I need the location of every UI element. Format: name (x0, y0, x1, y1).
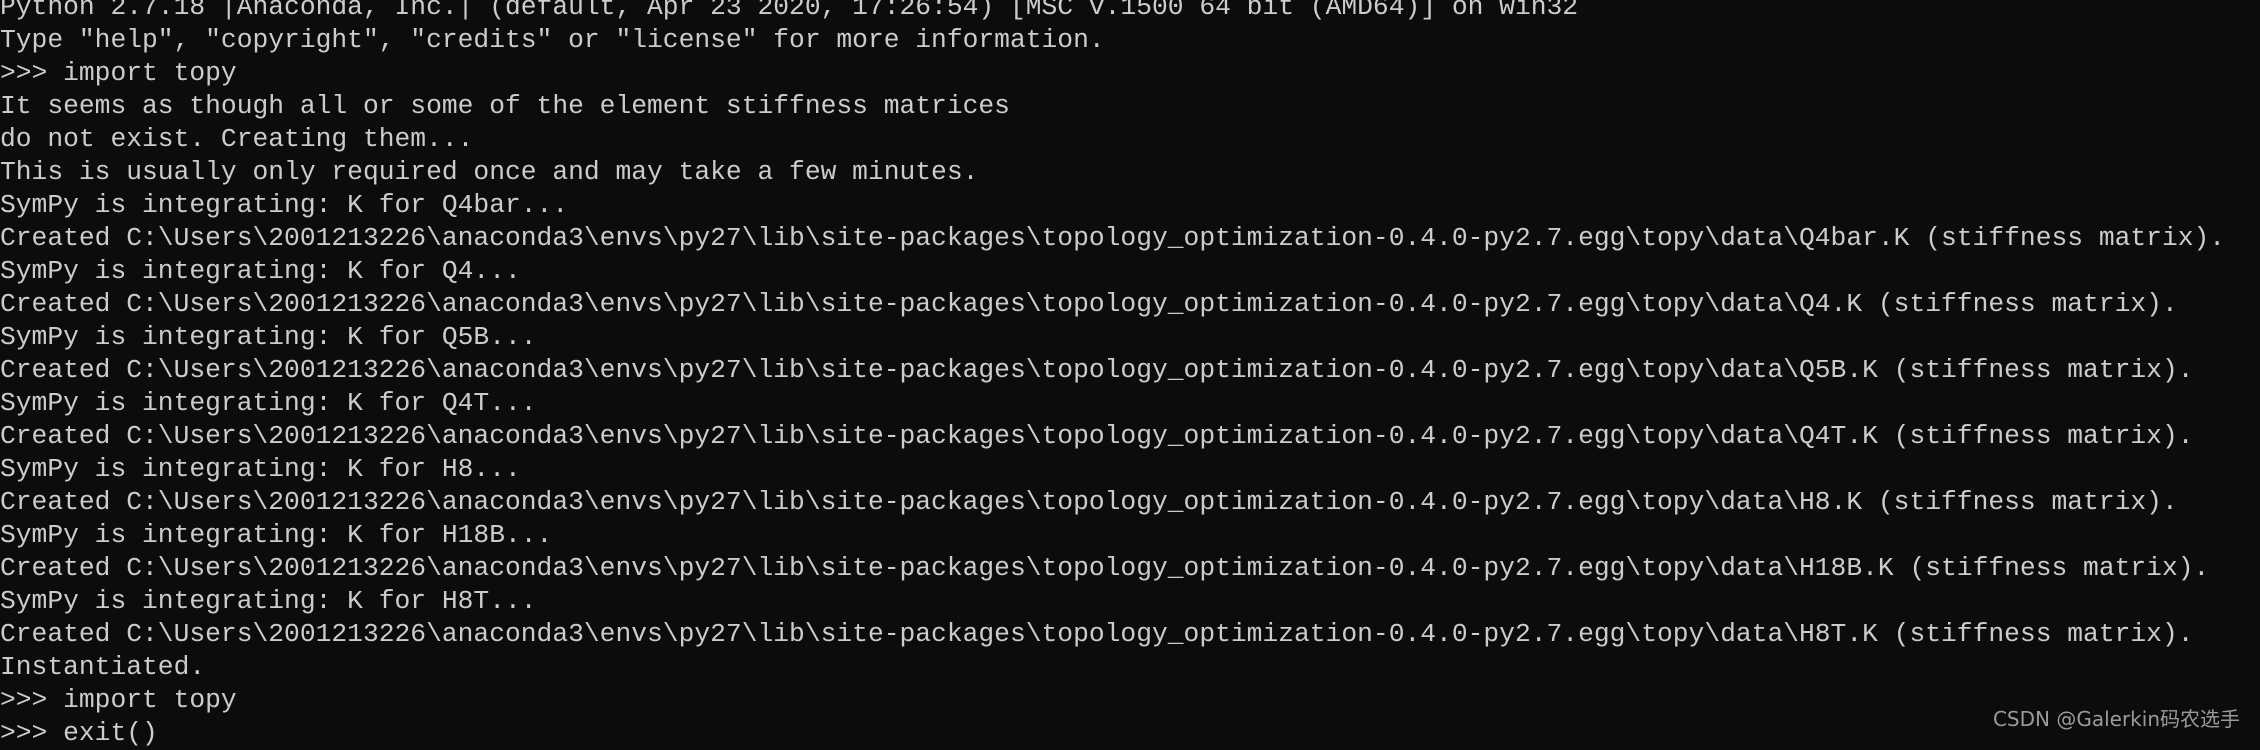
console-line: Instantiated. (0, 652, 206, 682)
console-line: Created C:\Users\2001213226\anaconda3\en… (0, 421, 2194, 451)
console-line: SymPy is integrating: K for H8... (0, 454, 521, 484)
console-line: Created C:\Users\2001213226\anaconda3\en… (0, 487, 2178, 517)
console-line: >>> exit() (0, 718, 158, 748)
console-line: This is usually only required once and m… (0, 157, 979, 187)
console-line: SymPy is integrating: K for H18B... (0, 520, 553, 550)
console-line: Python 2.7.18 |Anaconda, Inc.| (default,… (0, 0, 1579, 22)
console-line: Created C:\Users\2001213226\anaconda3\en… (0, 223, 2226, 253)
console-line: Created C:\Users\2001213226\anaconda3\en… (0, 619, 2194, 649)
console-line: It seems as though all or some of the el… (0, 91, 1010, 121)
console-line: SymPy is integrating: K for Q5B... (0, 322, 537, 352)
console-line: do not exist. Creating them... (0, 124, 474, 154)
watermark: CSDN @Galerkin码农选手 (1992, 707, 2240, 731)
console-line: Created C:\Users\2001213226\anaconda3\en… (0, 553, 2210, 583)
console-line: Created C:\Users\2001213226\anaconda3\en… (0, 289, 2178, 319)
console-line: SymPy is integrating: K for H8T... (0, 586, 537, 616)
console-line: SymPy is integrating: K for Q4T... (0, 388, 537, 418)
console-line: SymPy is integrating: K for Q4bar... (0, 190, 569, 220)
console-line: >>> import topy (0, 685, 237, 715)
console-line: Created C:\Users\2001213226\anaconda3\en… (0, 355, 2194, 385)
console-line: Type "help", "copyright", "credits" or "… (0, 25, 1105, 55)
console-line: SymPy is integrating: K for Q4... (0, 256, 521, 286)
console-output[interactable]: Python 2.7.18 |Anaconda, Inc.| (default,… (0, 0, 2225, 750)
console-line: >>> import topy (0, 58, 237, 88)
